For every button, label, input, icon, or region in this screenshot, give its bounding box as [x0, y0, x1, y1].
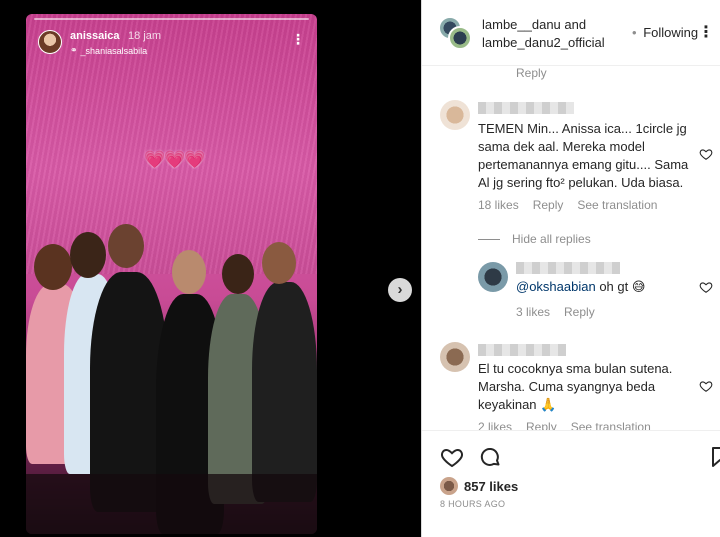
- post-actions: 857 likes 8 HOURS AGO: [422, 430, 720, 537]
- author-names: lambe__danu and lambe_danu2_official: [482, 16, 605, 52]
- heart-stickers: 💗💗💗: [144, 150, 206, 169]
- separator-dot: •: [632, 25, 637, 40]
- collab-icon: ⚭: [70, 45, 78, 55]
- comment-meta: 2 likes Reply See translation: [478, 420, 651, 430]
- story-image: anissaica 18 jam ⚭ _shaniasalsabila ⋮ 💗💗…: [26, 14, 317, 534]
- story-sub-user: _shaniasalsabila: [80, 45, 148, 56]
- comment-icon[interactable]: [478, 445, 502, 469]
- group-photo: [26, 224, 317, 534]
- comment-meta: 18 likes Reply See translation: [478, 198, 657, 212]
- comment-avatar[interactable]: [440, 342, 470, 372]
- next-arrow-icon[interactable]: ›: [388, 278, 412, 302]
- person-head: [172, 250, 206, 294]
- comment-avatar[interactable]: [440, 100, 470, 130]
- following-button[interactable]: Following: [643, 25, 698, 40]
- reply-avatar[interactable]: [478, 262, 508, 292]
- like-comment-icon[interactable]: [699, 147, 713, 161]
- see-translation-link[interactable]: See translation: [571, 420, 651, 430]
- reply-reply-button[interactable]: Reply: [564, 305, 595, 319]
- person-head: [262, 242, 296, 284]
- comment-likes[interactable]: 2 likes: [478, 420, 512, 430]
- likes-count[interactable]: 857 likes: [464, 479, 518, 494]
- post-viewer: anissaica 18 jam ⚭ _shaniasalsabila ⋮ 💗💗…: [0, 0, 720, 537]
- comments-list: Reply TEMEN Min... Anissa ica... 1circle…: [422, 66, 720, 430]
- floor-shadow: [26, 474, 317, 534]
- person-head: [70, 232, 106, 278]
- comment-likes[interactable]: 18 likes: [478, 198, 519, 212]
- post-media: anissaica 18 jam ⚭ _shaniasalsabila ⋮ 💗💗…: [0, 0, 421, 537]
- comment-reply-button[interactable]: Reply: [533, 198, 564, 212]
- divider-line: [478, 238, 500, 240]
- likes-row: 857 likes: [440, 477, 518, 495]
- person-head: [108, 224, 144, 268]
- comment-text: TEMEN Min... Anissa ica... 1circle jg sa…: [478, 121, 689, 190]
- author-avatars[interactable]: [438, 16, 474, 50]
- mention-link[interactable]: @okshaabian: [516, 279, 596, 294]
- person-figure: [252, 282, 317, 502]
- author-link-1[interactable]: lambe__danu: [482, 17, 561, 32]
- story-more-icon: ⋮: [291, 31, 305, 47]
- person-head: [222, 254, 254, 294]
- avatar: [448, 26, 472, 50]
- reply-likes[interactable]: 3 likes: [516, 305, 550, 319]
- post-details-panel: lambe__danu and lambe_danu2_official • F…: [421, 0, 720, 537]
- blurred-username: [478, 344, 566, 356]
- reply-button[interactable]: Reply: [516, 66, 547, 80]
- see-translation-link[interactable]: See translation: [577, 198, 657, 212]
- reply-body: oh gt 😅: [595, 279, 646, 294]
- more-options-icon[interactable]: ⋮: [698, 22, 714, 42]
- save-icon[interactable]: [708, 445, 720, 469]
- person-head: [34, 244, 72, 290]
- author-link-2[interactable]: lambe_danu2_official: [482, 35, 605, 50]
- story-time: 18 jam: [128, 30, 162, 42]
- hide-replies-label: Hide all replies: [512, 232, 591, 246]
- comment-reply-button[interactable]: Reply: [526, 420, 557, 430]
- post-timestamp: 8 HOURS AGO: [440, 499, 506, 509]
- like-comment-icon[interactable]: [699, 379, 713, 393]
- like-reply-icon[interactable]: [699, 280, 713, 294]
- and-text: and: [560, 17, 587, 32]
- reply-text: @okshaabian oh gt 😅: [516, 278, 696, 296]
- like-post-icon[interactable]: [440, 445, 464, 469]
- story-username: anissaica: [70, 30, 120, 42]
- follow-status: • Following: [632, 25, 698, 40]
- reply-meta: 3 likes Reply: [516, 305, 595, 319]
- story-subtitle: ⚭ _shaniasalsabila: [70, 45, 147, 56]
- blurred-username: [478, 102, 574, 114]
- liker-avatar: [440, 477, 458, 495]
- story-progress-bar: [34, 18, 309, 20]
- comment-text: El tu cocoknya sma bulan sutena. Marsha.…: [478, 361, 673, 412]
- hide-replies-toggle[interactable]: Hide all replies: [478, 232, 591, 246]
- blurred-username: [516, 262, 620, 274]
- story-avatar: [38, 30, 62, 54]
- post-header: lambe__danu and lambe_danu2_official • F…: [422, 0, 720, 66]
